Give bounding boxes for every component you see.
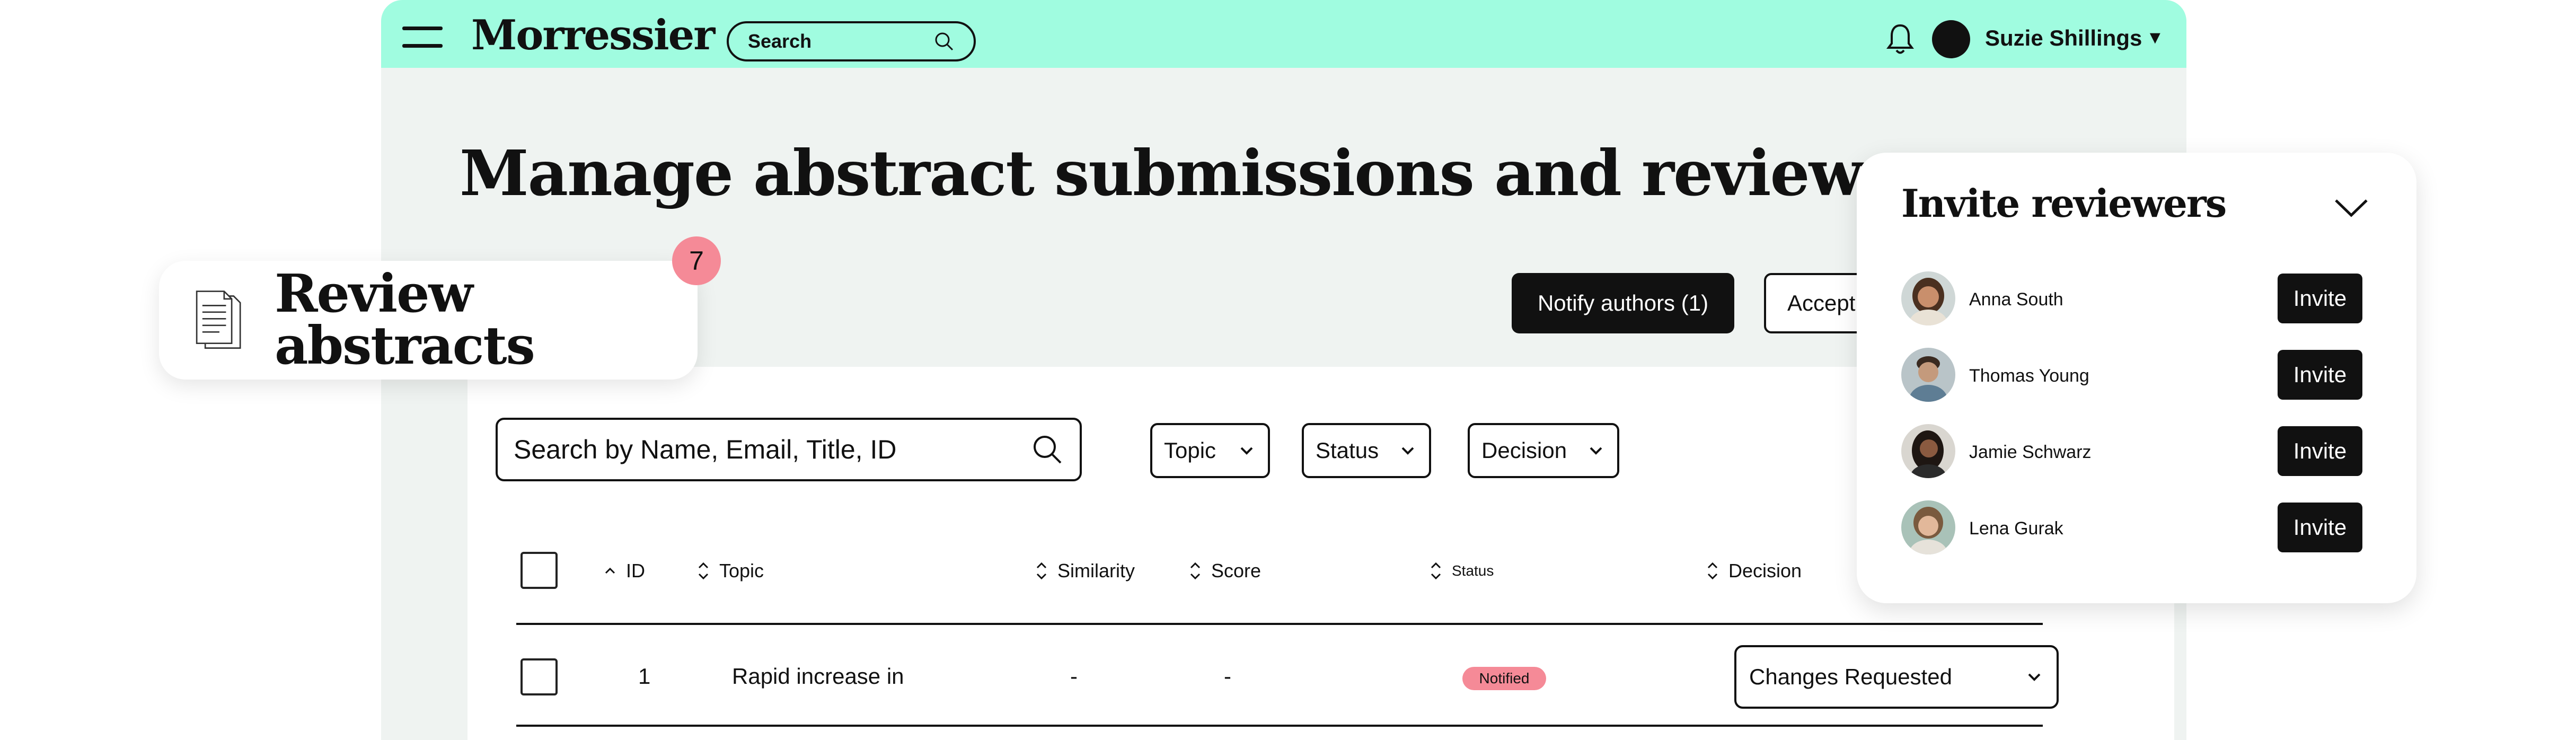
reviewer-row: Anna South Invite [1901,271,2378,327]
sort-ascending-icon [605,567,615,574]
column-header-decision[interactable]: Decision [1706,559,1802,583]
brand-logo[interactable]: Morressier [471,15,715,56]
sort-icon [698,562,709,580]
reviewer-row: Thomas Young Invite [1901,348,2378,403]
row-checkbox[interactable] [521,658,558,695]
column-header-topic[interactable]: Topic [697,559,764,583]
avatar [1901,348,1955,402]
invite-reviewers-panel: Invite reviewers Anna South Invite Thoma… [1857,153,2416,603]
table-divider [516,623,2043,625]
reviewer-row: Lena Gurak Invite [1901,500,2378,556]
user-menu-caret-icon[interactable]: ▼ [2146,28,2164,48]
topic-filter-label: Topic [1164,438,1216,463]
chevron-down-icon [1240,447,1253,455]
chevron-down-icon [2028,673,2041,681]
invite-button[interactable]: Invite [2278,274,2362,323]
sort-icon [1036,562,1047,580]
column-header-score[interactable]: Score [1189,559,1261,583]
search-icon [1034,436,1062,464]
reviewer-name: Lena Gurak [1969,518,2063,539]
search-icon [935,32,954,51]
table-search-input[interactable]: Search by Name, Email, Title, ID [496,418,1082,481]
global-search-label: Search [748,30,812,52]
top-navigation-bar: Morressier Search Suzie Shillings ▼ [381,0,2186,68]
reviewer-row: Jamie Schwarz Invite [1901,424,2378,479]
notification-count-badge: 7 [672,236,721,285]
topic-filter-select[interactable]: Topic [1150,423,1270,478]
status-filter-label: Status [1316,438,1379,463]
column-header-status[interactable]: Status [1430,559,1494,583]
global-search-input[interactable]: Search [727,21,976,61]
menu-icon[interactable] [402,27,443,51]
column-header-label: Score [1211,560,1261,582]
reviewer-name: Jamie Schwarz [1969,442,2092,462]
column-header-label: Decision [1728,560,1802,582]
user-avatar[interactable] [1932,20,1970,58]
reviewer-name: Anna South [1969,289,2063,310]
notify-authors-button[interactable]: Notify authors (1) [1512,273,1734,333]
sort-icon [1431,562,1441,580]
decision-filter-label: Decision [1481,438,1567,463]
chevron-down-icon [1590,447,1602,455]
invite-reviewers-title: Invite reviewers [1901,181,2227,226]
row-topic[interactable]: Rapid increase in [732,664,904,689]
sort-icon [1707,562,1718,580]
documents-icon [196,290,241,349]
decision-select-value: Changes Requested [1749,664,1952,689]
avatar [1901,424,1955,478]
decision-select[interactable]: Changes Requested [1734,645,2059,709]
column-header-similarity[interactable]: Similarity [1035,559,1135,583]
column-header-id[interactable]: ID [604,559,645,583]
reviewer-name: Thomas Young [1969,366,2089,386]
table-divider [516,725,2043,727]
select-all-checkbox[interactable] [521,552,558,589]
review-abstracts-card[interactable]: Review abstracts [159,261,698,380]
avatar [1901,500,1955,554]
sort-icon [1190,562,1201,580]
user-name[interactable]: Suzie Shillings [1985,25,2142,51]
column-header-label: Topic [719,560,764,582]
column-header-label: Status [1452,562,1494,579]
row-similarity: - [1070,664,1078,689]
status-badge: Notified [1462,667,1546,690]
invite-button[interactable]: Invite [2278,426,2362,476]
chevron-down-icon [1401,447,1414,455]
column-header-label: ID [626,560,645,582]
avatar [1901,271,1955,325]
bell-icon[interactable] [1885,22,1915,56]
status-filter-select[interactable]: Status [1302,423,1431,478]
chevron-down-icon[interactable] [2333,196,2370,219]
page-title: Manage abstract submissions and reviews [460,136,1897,210]
column-header-label: Similarity [1057,560,1135,582]
invite-button[interactable]: Invite [2278,350,2362,400]
review-abstracts-title: Review abstracts [275,263,535,376]
table-search-placeholder: Search by Name, Email, Title, ID [514,435,897,464]
row-id: 1 [638,664,651,689]
invite-button[interactable]: Invite [2278,503,2362,552]
row-score: - [1224,664,1231,689]
decision-filter-select[interactable]: Decision [1468,423,1619,478]
